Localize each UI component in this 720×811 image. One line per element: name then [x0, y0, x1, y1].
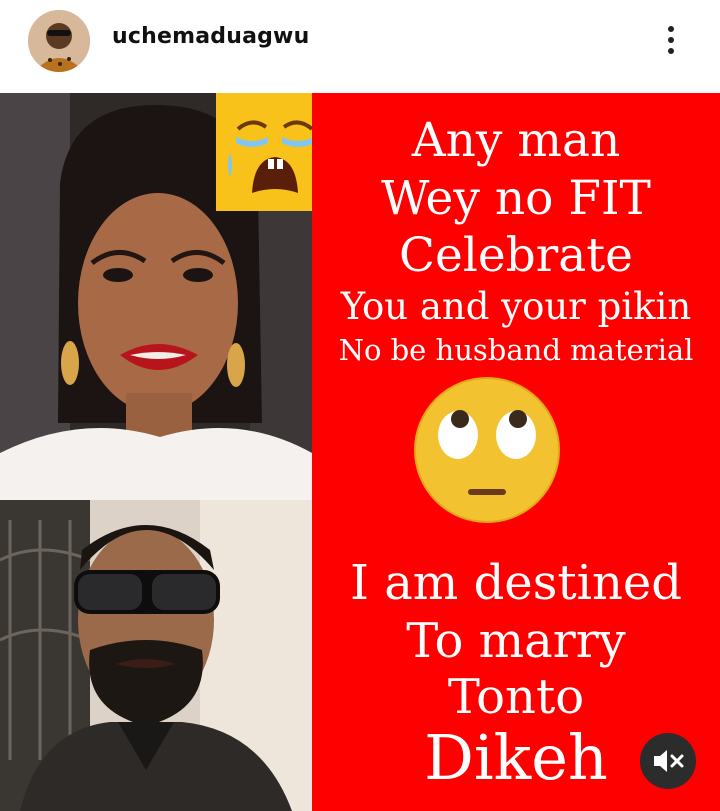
caption-line-4: You and your pikin — [340, 285, 692, 328]
mute-button[interactable] — [640, 733, 696, 789]
caption-line-6: I am destined — [349, 555, 683, 611]
caption-line-1: Any man — [411, 113, 621, 168]
caption-line-8: Tonto — [447, 669, 585, 725]
photo-man — [0, 500, 312, 811]
face-with-rolling-eyes-icon — [414, 377, 560, 523]
post-image[interactable]: Any man Wey no FIT Celebrate You and you… — [0, 93, 720, 811]
more-vertical-icon[interactable] — [654, 18, 688, 62]
username[interactable]: uchemaduagwu — [112, 24, 309, 49]
profile-avatar-icon — [28, 10, 90, 72]
caption-line-2: Wey no FIT — [381, 171, 651, 226]
speaker-muted-icon — [654, 750, 684, 772]
caption-line-7: To marry — [406, 613, 626, 669]
caption-line-5: No be husband material — [338, 333, 694, 367]
caption-line-3: Celebrate — [399, 228, 633, 283]
avatar[interactable] — [28, 10, 90, 72]
post-header: uchemaduagwu — [0, 0, 720, 88]
